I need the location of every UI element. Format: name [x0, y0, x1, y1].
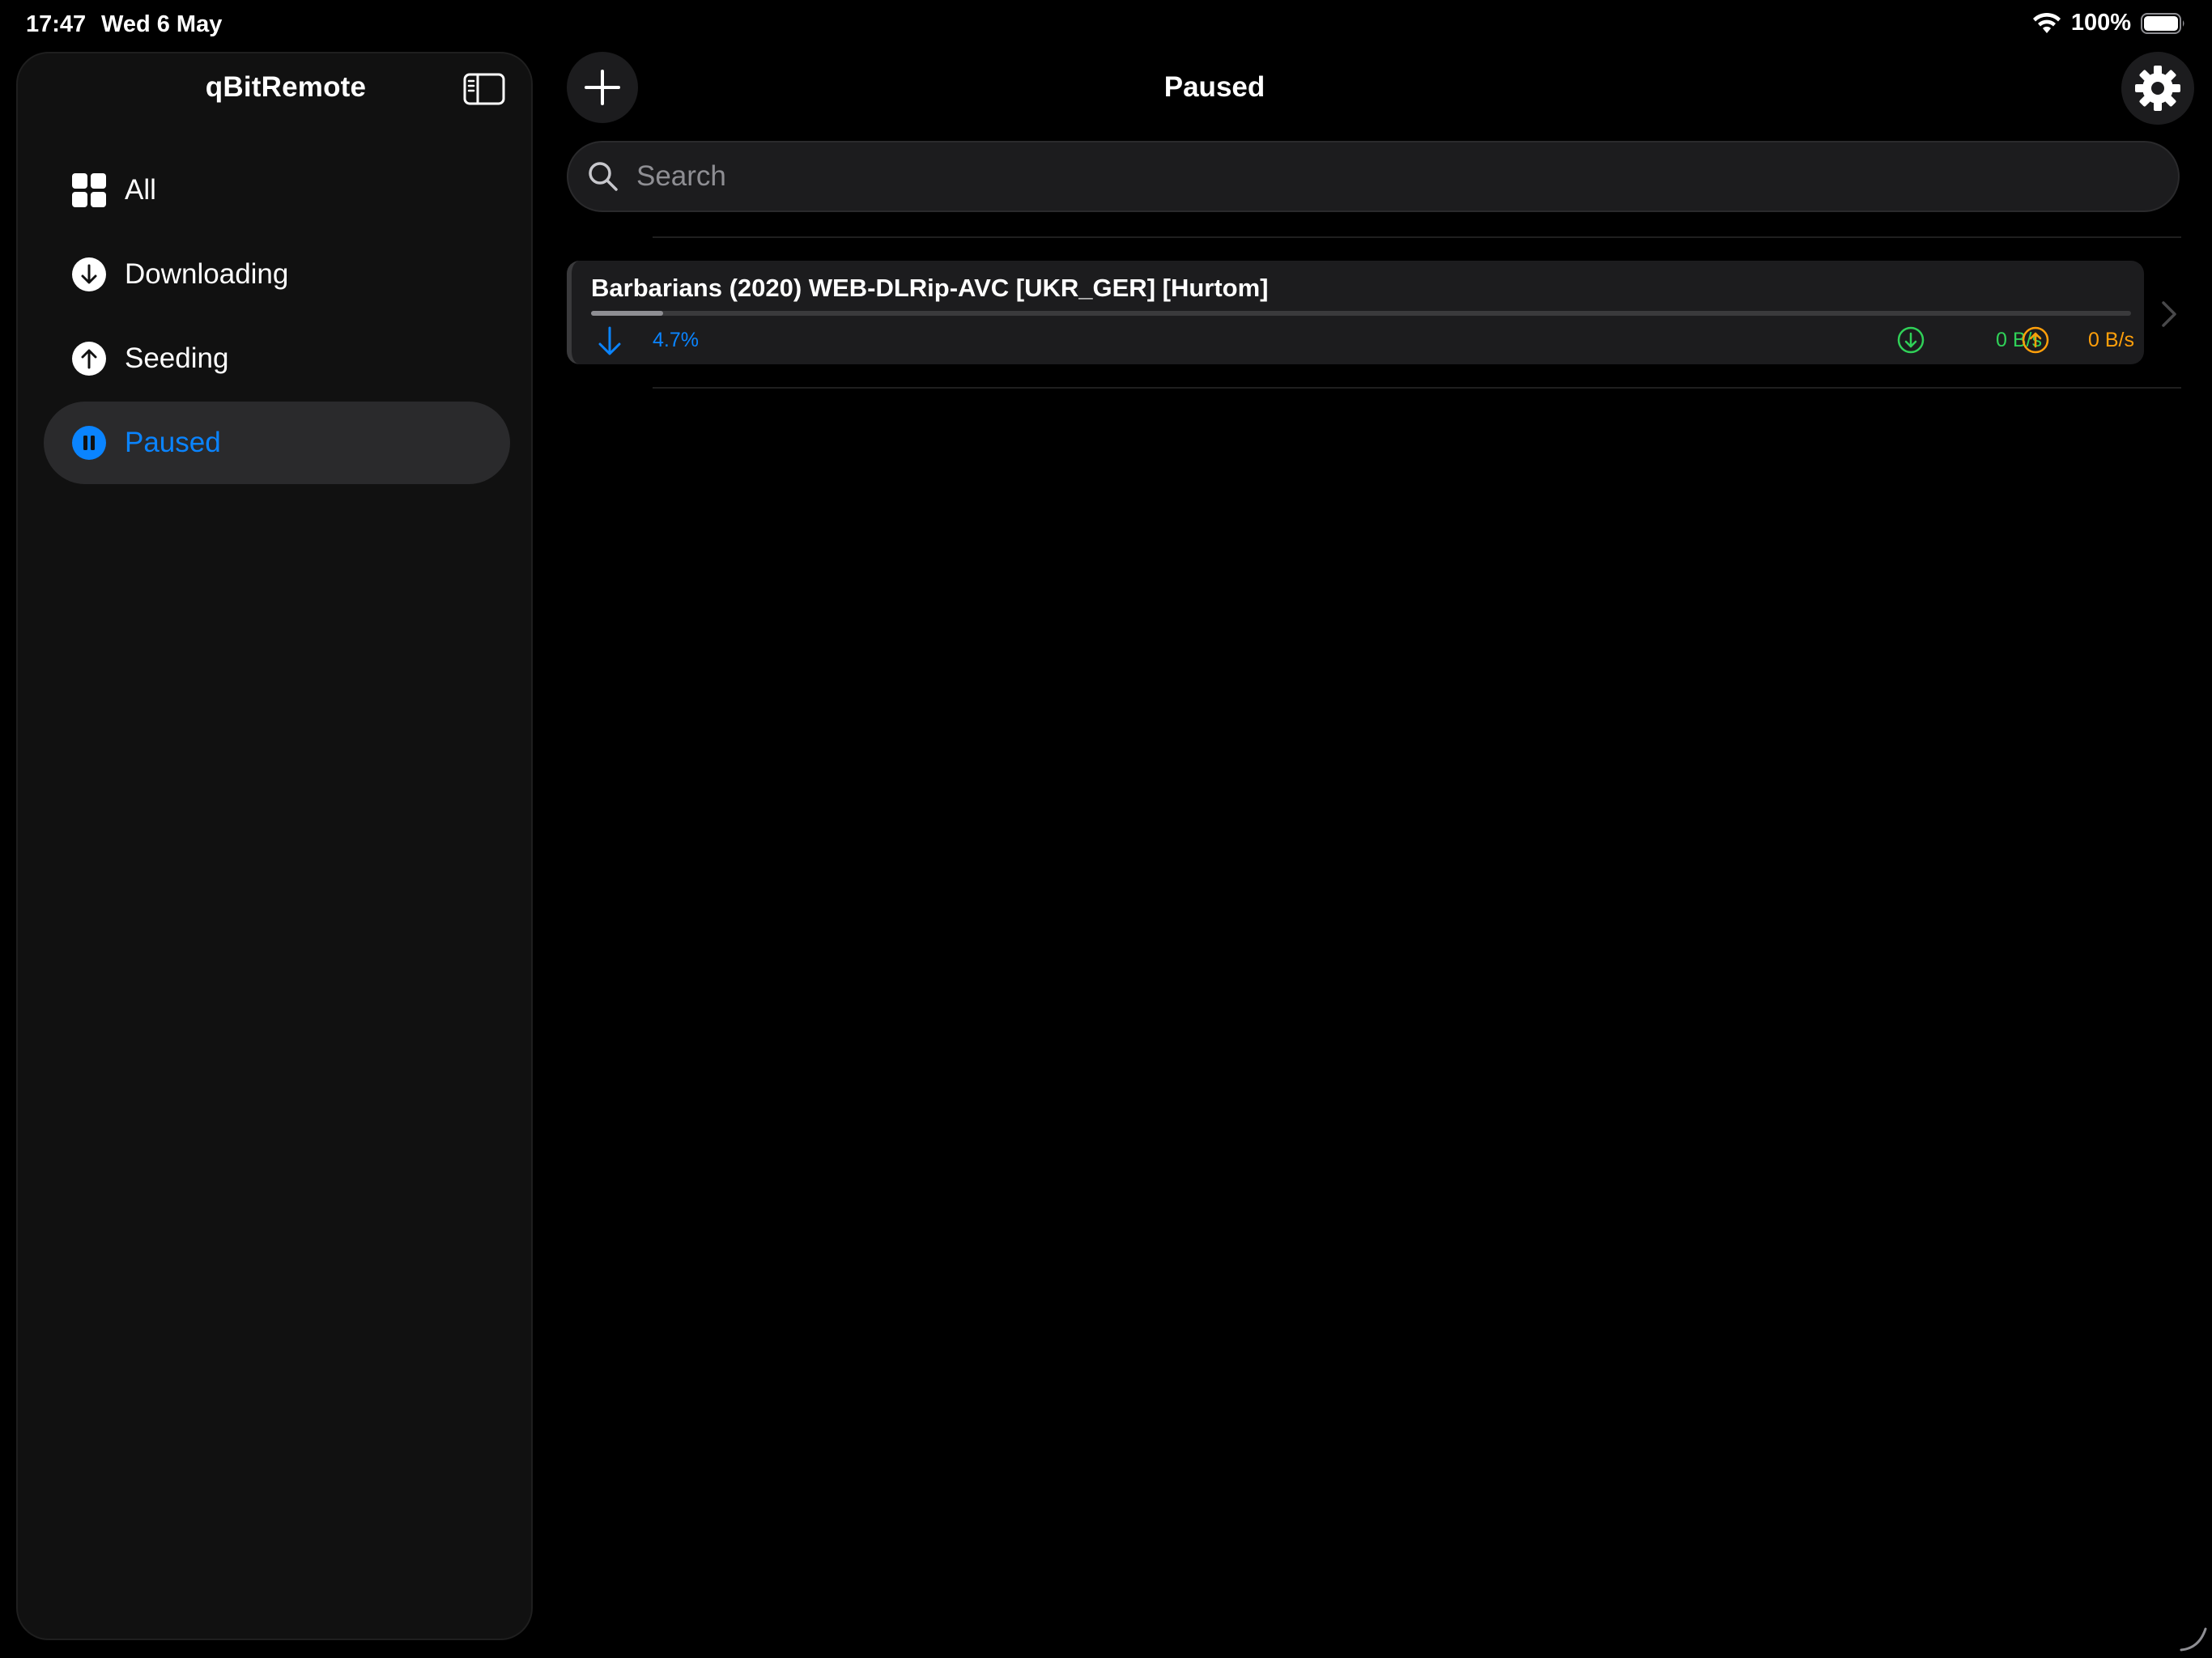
gear-icon — [2135, 66, 2180, 111]
sidebar-item-label: Downloading — [125, 258, 289, 290]
battery-percent: 100% — [2070, 10, 2131, 36]
list-divider-bottom — [653, 387, 2181, 389]
sidebar-item-label: All — [125, 174, 156, 206]
torrent-progress-fill — [591, 311, 664, 316]
list-divider-top — [653, 236, 2181, 238]
sidebar-item-downloading[interactable]: Downloading — [44, 233, 510, 316]
pause-circle-icon — [71, 425, 107, 461]
sidebar-nav: All Downloading Seeding Paused — [44, 149, 510, 486]
search-icon — [588, 159, 622, 193]
search-input[interactable] — [635, 159, 2178, 193]
chevron-right-icon[interactable] — [2160, 300, 2178, 329]
page-title: Paused — [1163, 71, 1266, 103]
sidebar-item-label: Seeding — [125, 342, 229, 374]
torrent-progress-percent: 4.7% — [653, 329, 699, 351]
status-indicators: 100% — [2032, 10, 2186, 36]
wifi-icon — [2032, 12, 2061, 35]
sidebar-item-label: Paused — [125, 427, 221, 458]
download-speed-icon — [1896, 325, 1925, 355]
arrow-down-icon — [596, 325, 623, 356]
search-bar[interactable] — [567, 141, 2180, 212]
resize-corner-icon — [2178, 1622, 2209, 1653]
screen: 17:47 Wed 6 May 100% qBitRemote All Down… — [0, 0, 2212, 1658]
upload-speed-icon — [2021, 325, 2050, 355]
sidebar-item-seeding[interactable]: Seeding — [44, 317, 510, 400]
arrow-up-circle-icon — [71, 341, 107, 376]
plus-icon — [585, 70, 620, 105]
sidebar: qBitRemote All Downloading Seeding Pause… — [16, 52, 533, 1640]
status-time: 17:47 — [26, 11, 87, 37]
arrow-down-circle-icon — [71, 257, 107, 292]
sidebar-toggle-icon — [463, 73, 505, 105]
torrent-progress-bar — [591, 311, 2131, 316]
sidebar-item-all[interactable]: All — [44, 149, 510, 232]
sidebar-toggle-button[interactable] — [462, 70, 507, 108]
torrent-name: Barbarians (2020) WEB-DLRip-AVC [UKR_GER… — [591, 274, 1269, 302]
status-date: Wed 6 May — [101, 11, 223, 37]
status-bar: 17:47 Wed 6 May 100% — [0, 0, 2212, 50]
sidebar-item-paused[interactable]: Paused — [44, 402, 510, 484]
upload-speed: 0 B/s — [2088, 329, 2134, 351]
battery-icon — [2141, 12, 2186, 34]
settings-button[interactable] — [2121, 52, 2194, 125]
grid-icon — [71, 172, 107, 208]
add-torrent-button[interactable] — [567, 52, 638, 123]
torrent-row[interactable]: Barbarians (2020) WEB-DLRip-AVC [UKR_GER… — [567, 261, 2144, 364]
